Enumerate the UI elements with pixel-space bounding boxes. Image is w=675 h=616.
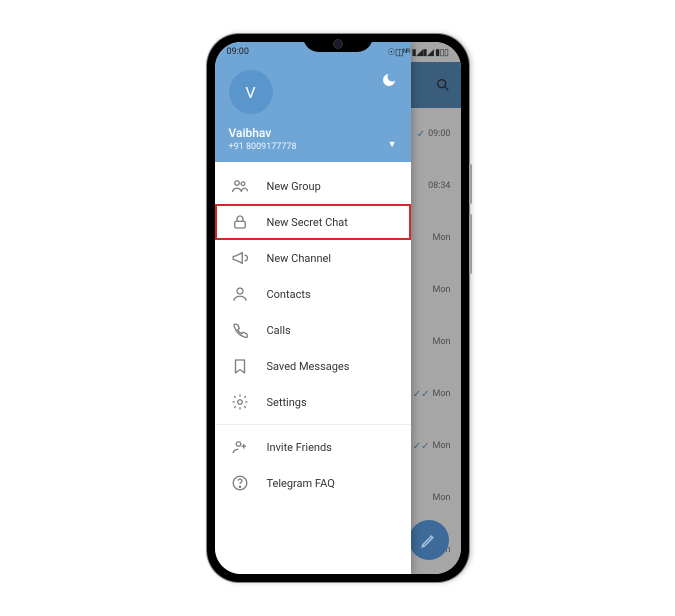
compose-fab[interactable] bbox=[409, 520, 449, 560]
menu-invite-friends[interactable]: Invite Friends bbox=[215, 429, 411, 465]
bookmark-icon bbox=[231, 357, 249, 375]
menu-settings[interactable]: Settings bbox=[215, 384, 411, 420]
navigation-drawer: V Vaibhav +91 8009177778 ▼ New Group bbox=[215, 42, 411, 574]
menu-new-group[interactable]: New Group bbox=[215, 168, 411, 204]
menu-label: Calls bbox=[267, 324, 291, 337]
screen: ✓09:00 08:34 Mon t chat.Mon t chat.Mon ✓… bbox=[215, 42, 461, 574]
status-time: 09:00 bbox=[227, 47, 249, 57]
chevron-down-icon[interactable]: ▼ bbox=[388, 139, 397, 150]
menu-saved-messages[interactable]: Saved Messages bbox=[215, 348, 411, 384]
menu-calls[interactable]: Calls bbox=[215, 312, 411, 348]
phone-notch bbox=[303, 34, 373, 52]
lock-icon bbox=[231, 213, 249, 231]
menu-label: Contacts bbox=[267, 288, 311, 301]
night-mode-icon[interactable] bbox=[381, 72, 397, 88]
status-indicators: ☉◫ᴺᴿ ▮◢▮◢ ▮▯▯ bbox=[387, 47, 448, 58]
person-icon bbox=[231, 285, 249, 303]
menu-label: New Group bbox=[267, 180, 321, 193]
phone-frame: ✓09:00 08:34 Mon t chat.Mon t chat.Mon ✓… bbox=[207, 34, 469, 582]
phone-icon bbox=[231, 321, 249, 339]
group-icon bbox=[231, 177, 249, 195]
invite-icon bbox=[231, 438, 249, 456]
menu-new-channel[interactable]: New Channel bbox=[215, 240, 411, 276]
menu-label: New Secret Chat bbox=[267, 216, 348, 229]
side-button bbox=[469, 164, 472, 204]
menu-label: Saved Messages bbox=[267, 360, 350, 373]
gear-icon bbox=[231, 393, 249, 411]
drawer-phone: +91 8009177778 bbox=[229, 142, 397, 152]
megaphone-icon bbox=[231, 249, 249, 267]
drawer-username: Vaibhav bbox=[229, 126, 397, 140]
drawer-menu: New Group New Secret Chat New Channel bbox=[215, 162, 411, 574]
menu-new-secret-chat[interactable]: New Secret Chat bbox=[215, 204, 411, 240]
menu-telegram-faq[interactable]: Telegram FAQ bbox=[215, 465, 411, 501]
menu-divider bbox=[215, 424, 411, 425]
menu-label: New Channel bbox=[267, 252, 332, 265]
menu-label: Telegram FAQ bbox=[267, 477, 335, 490]
menu-label: Invite Friends bbox=[267, 441, 332, 454]
menu-contacts[interactable]: Contacts bbox=[215, 276, 411, 312]
avatar-initial: V bbox=[245, 83, 255, 102]
help-icon bbox=[231, 474, 249, 492]
avatar[interactable]: V bbox=[229, 70, 273, 114]
menu-label: Settings bbox=[267, 396, 307, 409]
side-button bbox=[469, 214, 472, 274]
